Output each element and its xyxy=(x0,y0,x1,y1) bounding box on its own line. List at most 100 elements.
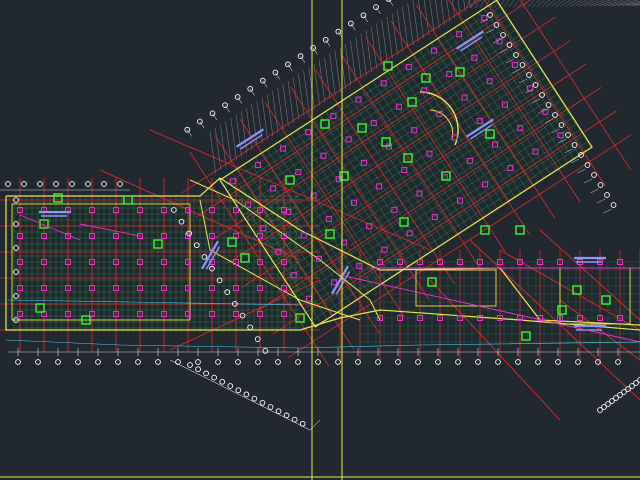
axis-bubble-icon xyxy=(254,336,261,342)
axis-bubble-icon xyxy=(95,359,101,365)
axis-bubble-icon xyxy=(555,359,561,365)
hatch-line xyxy=(209,131,216,174)
pile-cap xyxy=(53,193,63,203)
axis-bubble-icon xyxy=(195,366,201,373)
axis-bubble-icon xyxy=(415,359,421,365)
axis-line xyxy=(189,151,330,366)
axis-bubble-icon xyxy=(243,391,250,398)
axis-bubble-icon xyxy=(53,181,59,187)
axis-bubble-icon xyxy=(267,404,274,410)
grid-line xyxy=(238,29,516,210)
axis-bubble-icon xyxy=(575,359,581,365)
axis-bubble-icon xyxy=(283,412,290,419)
hatch-line xyxy=(329,53,336,96)
outline-layer xyxy=(5,0,640,331)
axis-bubble-icon xyxy=(604,192,610,198)
axis-bubble-icon xyxy=(219,378,226,385)
hatch-line xyxy=(446,0,450,22)
axis-bubble-icon xyxy=(69,181,75,187)
axis-lines-layer xyxy=(0,0,640,421)
axis-bubble-icon xyxy=(85,181,91,187)
axis-bubble-icon xyxy=(13,245,19,251)
hatch-line xyxy=(370,26,378,69)
axis-bubble-icon xyxy=(135,359,141,365)
hatch-line xyxy=(235,114,242,157)
dimension-tick xyxy=(577,168,586,174)
hatch-line xyxy=(391,13,398,56)
grid-layer xyxy=(13,0,640,345)
axis-bubble-icon xyxy=(187,362,193,368)
cad-viewport[interactable] xyxy=(0,0,640,480)
axis-bubble-icon xyxy=(375,359,381,365)
hatch-line xyxy=(381,20,388,62)
axis-bubble-icon xyxy=(35,359,41,365)
hatch-line xyxy=(386,16,393,59)
hatch-line xyxy=(272,91,279,133)
hatch-line xyxy=(303,70,310,113)
axis-bubble-icon xyxy=(275,359,281,365)
dimension-tick xyxy=(531,98,541,104)
hatch-line xyxy=(230,118,237,160)
dimension-line xyxy=(169,359,321,431)
hatch-line xyxy=(569,0,582,7)
hatch-line xyxy=(407,3,414,46)
pile-cap xyxy=(515,225,525,235)
axis-bubble-icon xyxy=(515,359,521,365)
axis-bubble-icon xyxy=(262,348,269,354)
hatch-line xyxy=(579,0,594,7)
axis-bubble-icon xyxy=(259,399,266,406)
dimension-tick xyxy=(479,18,489,24)
pile-cap xyxy=(601,295,611,305)
axis-bubble-icon xyxy=(315,359,321,365)
axis-bubble-icon xyxy=(495,359,501,365)
axis-bubble-icon xyxy=(101,181,107,187)
axis-bubble-icon xyxy=(255,359,261,365)
grid-line xyxy=(254,52,532,234)
axis-bubble-icon xyxy=(535,359,541,365)
pile-cap xyxy=(521,331,531,341)
cad-drawing[interactable] xyxy=(0,0,640,480)
axis-bubble-icon xyxy=(55,359,61,365)
hatch-line xyxy=(313,64,320,106)
grid-line xyxy=(280,94,558,275)
hatch-line xyxy=(574,0,588,7)
hatch-line xyxy=(440,0,445,25)
pile-cap xyxy=(485,129,495,139)
hatch-line xyxy=(266,94,274,137)
axis-bubble-icon xyxy=(597,182,604,188)
annotation-text-bar xyxy=(235,128,265,148)
hatch-line xyxy=(282,84,289,127)
hatch-line xyxy=(418,0,424,39)
hatch-line xyxy=(435,0,440,29)
hatch-line xyxy=(402,6,409,49)
grid-line xyxy=(223,5,501,187)
hatch-line xyxy=(365,30,372,73)
pile-cap xyxy=(227,237,237,247)
axis-bubble-icon xyxy=(193,242,200,249)
dimension-tick xyxy=(544,118,554,124)
axis-bubble-icon xyxy=(155,359,161,365)
hatch-line xyxy=(339,47,346,89)
hatch-line xyxy=(324,57,331,100)
axis-bubble-icon xyxy=(171,207,177,213)
dimension-tick xyxy=(518,78,528,84)
axis-line xyxy=(469,239,640,401)
axis-bubble-icon xyxy=(37,181,43,187)
axis-bubble-icon xyxy=(610,202,617,208)
hatch-line xyxy=(261,97,268,140)
axis-bubble-icon xyxy=(455,359,461,365)
axis-bubble-icon xyxy=(5,181,11,187)
dimension-tick xyxy=(583,178,593,184)
annotation-text-bar xyxy=(465,118,495,138)
grid-line xyxy=(307,135,585,316)
axis-bubble-icon xyxy=(21,181,27,187)
annotation-layer xyxy=(5,30,640,349)
hatch-line xyxy=(334,50,341,93)
dimension-tick xyxy=(512,68,521,74)
axis-bubble-icon xyxy=(251,395,258,402)
axis-bubble-icon xyxy=(275,408,282,415)
dimension-tick xyxy=(557,138,567,144)
axis-bubble-icon xyxy=(355,359,361,365)
axis-line xyxy=(180,0,480,194)
pile-cap xyxy=(35,303,45,313)
